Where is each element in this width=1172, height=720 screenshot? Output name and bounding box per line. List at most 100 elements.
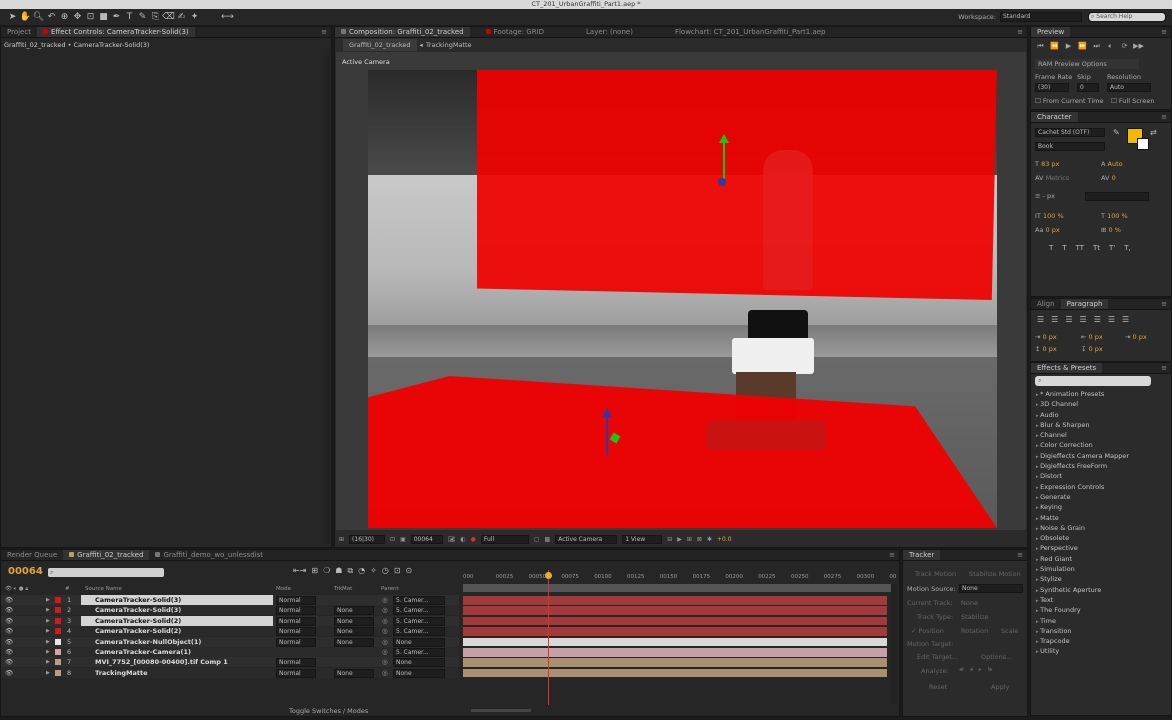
- effects-category-item[interactable]: Expression Controls: [1033, 482, 1163, 492]
- current-track-select[interactable]: None: [961, 599, 978, 607]
- pen-tool-icon[interactable]: ✒: [110, 11, 123, 24]
- current-time-field[interactable]: 00064: [410, 534, 443, 544]
- frame-blending-icon[interactable]: ⧉: [347, 566, 353, 576]
- magnification-select[interactable]: (16|30): [349, 534, 386, 544]
- timeline-scrollbar[interactable]: [891, 584, 897, 704]
- grid-toggle-icon[interactable]: ▣: [400, 536, 406, 543]
- label-color-swatch[interactable]: [55, 638, 61, 645]
- camera-select[interactable]: Active Camera: [555, 534, 618, 544]
- pick-whip-icon[interactable]: ◎: [382, 626, 388, 636]
- mute-audio-icon[interactable]: 🔈︎: [1105, 41, 1116, 51]
- layer-source-name[interactable]: TrackingMatte: [81, 668, 273, 678]
- exposure-value[interactable]: +0.0: [717, 536, 732, 543]
- effects-category-item[interactable]: Audio: [1033, 410, 1163, 420]
- play-icon[interactable]: ▶: [1063, 41, 1074, 51]
- tab-align[interactable]: Align: [1031, 299, 1061, 309]
- effects-category-item[interactable]: Generate: [1033, 492, 1163, 502]
- reset-button[interactable]: Reset: [929, 683, 947, 691]
- layer-source-name[interactable]: MVI_7752_[00080-00400].tif Comp 1: [81, 657, 273, 667]
- effects-category-item[interactable]: Digieffects Camera Mapper: [1033, 451, 1163, 461]
- pick-whip-icon[interactable]: ◎: [382, 668, 388, 678]
- baseline-shift-control[interactable]: Aa 0 px: [1035, 226, 1060, 234]
- scrollbar[interactable]: [325, 49, 330, 544]
- layer-parent-select[interactable]: 5. Camer...: [393, 596, 445, 605]
- tab-footage[interactable]: Footage: GRID: [480, 27, 550, 37]
- tab-render-queue[interactable]: Render Queue: [1, 550, 63, 560]
- workspace-select[interactable]: Standard: [1000, 12, 1082, 22]
- align-center-icon[interactable]: ☰: [1051, 315, 1058, 324]
- layer-parent-select[interactable]: 5. Camer...: [393, 648, 445, 657]
- toggle-switches-modes[interactable]: Toggle Switches / Modes: [289, 707, 368, 715]
- zoom-timeline-icon[interactable]: ⇤⇥: [293, 566, 306, 576]
- effects-category-item[interactable]: Stylize: [1033, 574, 1163, 584]
- tab-timeline-comp[interactable]: Graffiti_02_tracked: [63, 550, 150, 560]
- flowchart-icon[interactable]: ⊠: [697, 536, 702, 543]
- effects-category-item[interactable]: Obsolete: [1033, 533, 1163, 543]
- ram-preview-options[interactable]: RAM Preview Options: [1035, 59, 1139, 69]
- justify-right-icon[interactable]: ☰: [1108, 315, 1115, 324]
- layer-source-name[interactable]: CameraTracker-Solid(2): [81, 615, 273, 626]
- visibility-icon[interactable]: 👁︎: [5, 637, 13, 647]
- col-source-name[interactable]: Source Name: [85, 584, 122, 594]
- track-motion-button[interactable]: Track Motion: [915, 570, 956, 578]
- subscript-button[interactable]: T,: [1124, 244, 1131, 252]
- twirl-arrow-icon[interactable]: ▶: [46, 616, 50, 626]
- pick-whip-icon[interactable]: ◎: [382, 657, 388, 667]
- options-button[interactable]: Options...: [981, 653, 1012, 661]
- tab-character[interactable]: Character: [1031, 112, 1078, 122]
- full-screen-checkbox[interactable]: ☐ Full Screen: [1111, 97, 1154, 105]
- layer-row[interactable]: 👁︎ ▶ 5 CameraTracker-NullObject(1) Normal Non…: [1, 636, 459, 647]
- puppet-pin-icon[interactable]: ✦: [188, 11, 201, 24]
- snapshot-icon[interactable]: 📷︎: [448, 536, 456, 543]
- tab-paragraph[interactable]: Paragraph: [1060, 299, 1109, 309]
- ram-preview-icon[interactable]: ▶▶: [1133, 41, 1144, 51]
- tab-tracker[interactable]: Tracker: [903, 550, 941, 560]
- tab-project[interactable]: Project: [1, 27, 37, 37]
- panel-menu-icon[interactable]: ≡: [1161, 28, 1167, 36]
- effects-category-item[interactable]: Red Giant: [1033, 554, 1163, 564]
- region-of-interest-icon[interactable]: ▢: [534, 536, 540, 543]
- panel-menu-icon[interactable]: ≡: [1017, 551, 1023, 559]
- stroke-width-control[interactable]: ≡ - px: [1035, 192, 1055, 200]
- visibility-icon[interactable]: 👁︎: [5, 626, 13, 636]
- scale-checkbox[interactable]: Scale: [1001, 627, 1019, 635]
- effects-category-item[interactable]: Blur & Sharpen: [1033, 420, 1163, 430]
- layer-parent-select[interactable]: 5. Camer...: [393, 606, 445, 616]
- space-before-control[interactable]: ↥ 0 px: [1035, 345, 1057, 353]
- effects-search-input[interactable]: ⌕: [1035, 376, 1151, 386]
- label-color-swatch[interactable]: [55, 617, 61, 624]
- live-update-icon[interactable]: ⊙: [406, 566, 413, 576]
- layer-row[interactable]: 👁︎ ▶ 3 CameraTracker-Solid(2) Normal None ◎ 5. …: [1, 615, 459, 626]
- layer-trkmat-select[interactable]: None: [334, 606, 374, 616]
- auto-keyframe-icon[interactable]: ◷: [382, 566, 389, 576]
- layer-duration-bar[interactable]: [463, 658, 887, 667]
- superscript-button[interactable]: T': [1109, 244, 1115, 252]
- tab-layer[interactable]: Layer: (none): [580, 27, 639, 37]
- type-tool-icon[interactable]: T: [123, 11, 136, 24]
- eraser-tool-icon[interactable]: ⌫: [162, 11, 175, 24]
- label-color-swatch[interactable]: [55, 607, 61, 614]
- pick-whip-icon[interactable]: ◎: [382, 616, 388, 626]
- red-solid-wall[interactable]: [477, 70, 997, 300]
- layer-duration-bar[interactable]: [463, 668, 887, 678]
- kerning-control[interactable]: AV Metrics: [1035, 174, 1069, 182]
- twirl-arrow-icon[interactable]: ▶: [46, 605, 50, 615]
- faux-italic-button[interactable]: T: [1062, 244, 1066, 252]
- timeline-zoom-slider[interactable]: [471, 709, 531, 712]
- layer-row[interactable]: 👁︎ ▶ 8 TrackingMatte Normal None ◎ None: [1, 667, 459, 678]
- font-size-control[interactable]: T 83 px: [1035, 160, 1059, 168]
- layer-duration-bar[interactable]: [463, 627, 887, 636]
- leading-control[interactable]: A Auto: [1101, 160, 1123, 168]
- twirl-arrow-icon[interactable]: ▶: [46, 595, 50, 605]
- rotation-checkbox[interactable]: Rotation: [961, 627, 988, 635]
- analyze-back-frame-icon[interactable]: ◂I: [959, 666, 964, 673]
- layer-mode-select[interactable]: Normal: [276, 637, 316, 647]
- layer-row[interactable]: 👁︎ ▶ 4 CameraTracker-Solid(2) Normal None ◎ 5. …: [1, 626, 459, 637]
- stabilize-motion-button[interactable]: Stabilize Motion: [969, 570, 1021, 578]
- visibility-icon[interactable]: 👁︎: [5, 657, 13, 667]
- tab-effects-presets[interactable]: Effects & Presets: [1031, 363, 1103, 373]
- magnification-icon[interactable]: ⊞: [339, 536, 344, 543]
- zoom-tool-icon[interactable]: 🔍︎: [32, 11, 45, 24]
- panel-menu-icon[interactable]: ≡: [1161, 364, 1167, 372]
- panel-menu-icon[interactable]: ≡: [889, 551, 895, 559]
